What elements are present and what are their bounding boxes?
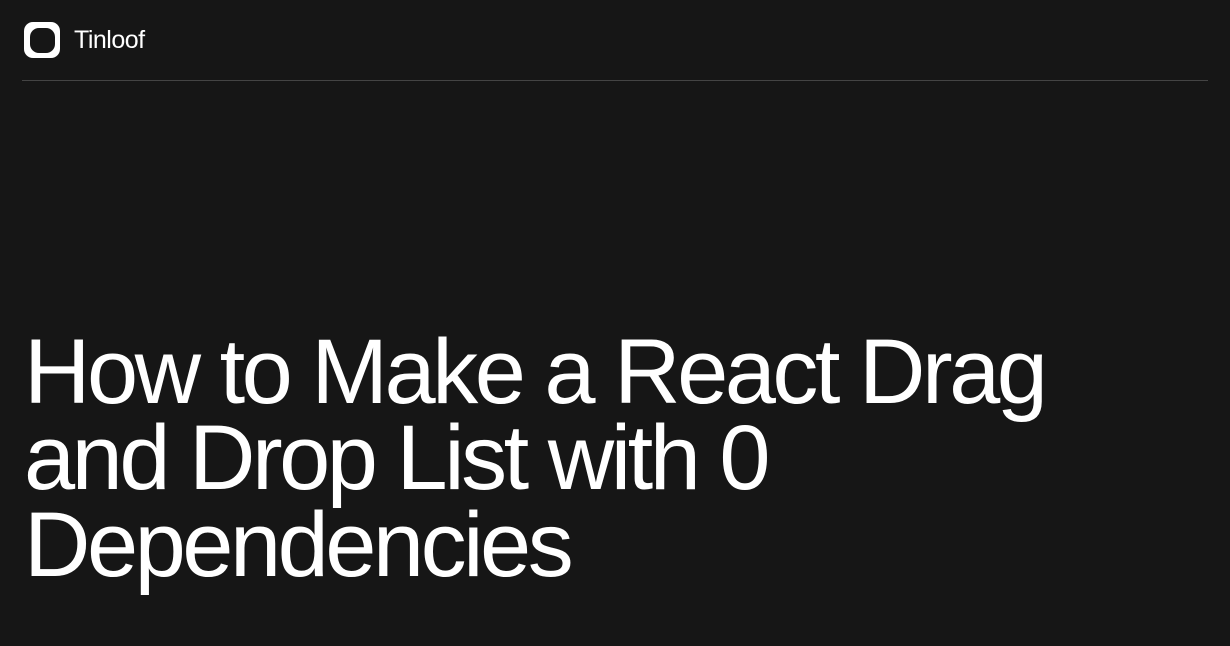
article-title: How to Make a React Drag and Drop List w… bbox=[24, 329, 1206, 588]
brand-name[interactable]: Tinloof bbox=[74, 26, 145, 55]
logo[interactable] bbox=[24, 22, 60, 58]
site-header: Tinloof bbox=[0, 0, 1230, 80]
article-content: How to Make a React Drag and Drop List w… bbox=[0, 81, 1230, 588]
logo-icon bbox=[30, 28, 55, 53]
